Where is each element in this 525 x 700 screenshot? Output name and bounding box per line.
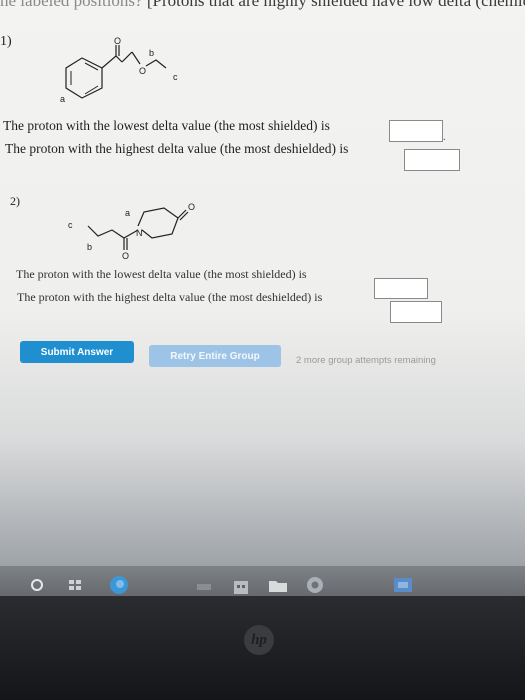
- q1-lowest-period: .: [443, 132, 446, 143]
- q1-highest-prompt: The proton with the highest delta value …: [5, 141, 349, 156]
- chrome-icon[interactable]: [306, 576, 324, 594]
- q2-ring-oxygen: O: [188, 202, 195, 212]
- header-text: [Protons that are highly shielded have l…: [142, 0, 525, 10]
- question-1-number: 1): [0, 34, 12, 49]
- header-prefix: he labeled positions?: [0, 0, 143, 10]
- task-view-icon[interactable]: [68, 578, 84, 592]
- q2-lowest-prompt: The proton with the lowest delta value (…: [16, 267, 307, 281]
- question-2-number: 2): [10, 194, 20, 208]
- q1-carbonyl-oxygen: O: [114, 36, 121, 46]
- q2-highest-prompt: The proton with the highest delta value …: [17, 290, 323, 304]
- question-2-structure: O N O a c b: [68, 202, 195, 261]
- question-header: he labeled positions? [Protons that are …: [0, 0, 525, 11]
- q1-highest-answer-box[interactable]: [404, 149, 460, 171]
- screen: he labeled positions? [Protons that are …: [0, 0, 525, 566]
- word-app-icon[interactable]: [392, 576, 414, 594]
- q2-label-c: c: [68, 220, 73, 230]
- q1-lowest-prompt: The proton with the lowest delta value (…: [3, 118, 330, 133]
- taskbar-app-icon[interactable]: [196, 582, 212, 592]
- question-1-structure: O O b c a: [60, 36, 178, 104]
- start-circle-icon[interactable]: [30, 578, 44, 592]
- q2-amide-oxygen: O: [122, 251, 129, 261]
- q1-label-c: c: [173, 72, 178, 82]
- retry-entire-group-button[interactable]: Retry Entire Group: [149, 345, 281, 367]
- q2-label-a: a: [125, 208, 130, 218]
- hp-logo: hp: [244, 625, 274, 655]
- q2-nitrogen: N: [136, 228, 143, 238]
- q2-label-b: b: [87, 242, 92, 252]
- q1-lowest-answer-box[interactable]: [389, 120, 443, 142]
- submit-answer-button[interactable]: Submit Answer: [20, 341, 134, 363]
- q2-lowest-answer-box[interactable]: [374, 278, 428, 299]
- q2-highest-answer-box[interactable]: [390, 301, 442, 323]
- q1-ester-oxygen: O: [139, 66, 146, 76]
- edge-browser-icon[interactable]: [108, 574, 130, 596]
- q1-label-a: a: [60, 94, 65, 104]
- folder-icon[interactable]: [268, 577, 288, 593]
- q1-label-b: b: [149, 48, 154, 58]
- store-bag-icon[interactable]: [232, 576, 250, 596]
- attempts-remaining-text: 2 more group attempts remaining: [296, 355, 436, 366]
